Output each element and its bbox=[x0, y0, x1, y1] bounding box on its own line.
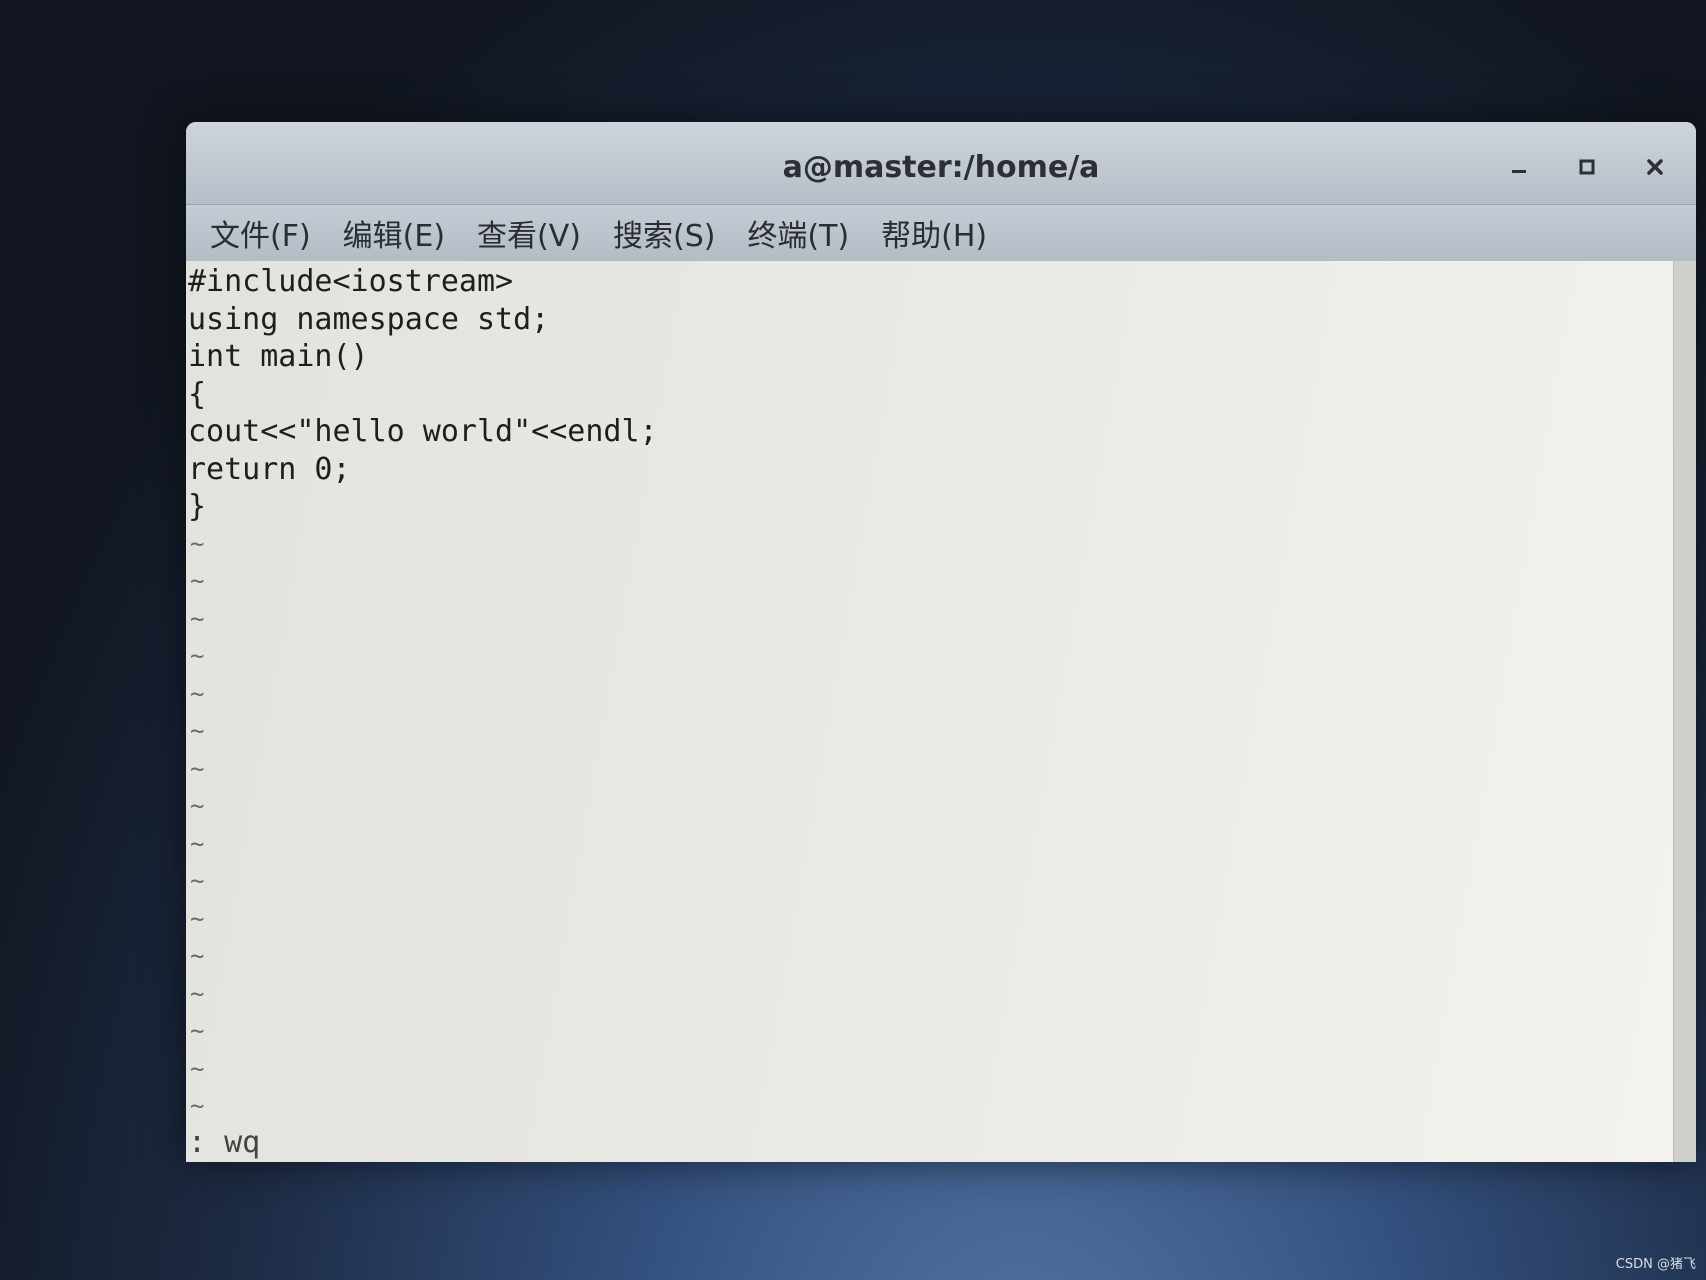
menu-terminal[interactable]: 终端(T) bbox=[739, 205, 865, 261]
code-line: using namespace std; bbox=[188, 301, 550, 337]
empty-line-marker: ~ bbox=[190, 829, 205, 858]
empty-line-marker: ~ bbox=[190, 979, 205, 1008]
vim-command-line[interactable]: : wq bbox=[186, 1125, 260, 1160]
close-button[interactable] bbox=[1640, 152, 1670, 182]
empty-line-marker: ~ bbox=[190, 942, 205, 970]
minimize-button[interactable] bbox=[1504, 152, 1534, 182]
minimize-icon bbox=[1512, 170, 1526, 173]
empty-line-marker: ~ bbox=[190, 754, 205, 783]
empty-line-marker: ~ bbox=[190, 1092, 205, 1120]
empty-line-marker: ~ bbox=[190, 679, 205, 708]
empty-line-marker: ~ bbox=[190, 717, 205, 745]
menu-bar: 文件(F) 编辑(E) 查看(V) 搜索(S) 终端(T) 帮助(H) bbox=[186, 205, 1696, 262]
maximize-icon bbox=[1579, 159, 1595, 175]
empty-line-marker: ~ bbox=[190, 642, 205, 670]
vim-editor-area[interactable]: #include<iostream> using namespace std; … bbox=[186, 261, 1674, 1162]
empty-line-marker: ~ bbox=[190, 529, 205, 558]
menu-search[interactable]: 搜索(S) bbox=[605, 205, 731, 261]
menu-file[interactable]: 文件(F) bbox=[202, 205, 327, 261]
code-line: #include<iostream> bbox=[188, 264, 514, 299]
window-controls bbox=[1504, 152, 1670, 182]
menu-view[interactable]: 查看(V) bbox=[469, 205, 597, 261]
window-title: a@master:/home/a bbox=[782, 150, 1100, 185]
empty-line-marker: ~ bbox=[190, 904, 205, 933]
watermark: CSDN @猪飞 bbox=[1615, 1257, 1696, 1272]
empty-line-marker: ~ bbox=[190, 1017, 205, 1045]
empty-line-marker: ~ bbox=[190, 792, 205, 820]
close-icon bbox=[1647, 159, 1663, 175]
menu-edit[interactable]: 编辑(E) bbox=[335, 205, 461, 261]
empty-line-marker: ~ bbox=[190, 604, 205, 633]
empty-line-marker: ~ bbox=[190, 1054, 205, 1083]
code-line: { bbox=[188, 376, 207, 412]
title-bar[interactable]: a@master:/home/a bbox=[186, 122, 1696, 205]
maximize-button[interactable] bbox=[1572, 152, 1602, 182]
terminal-window: a@master:/home/a 文件(F) 编辑(E) 查看(V) 搜索(S)… bbox=[186, 122, 1696, 1162]
code-line: cout<<"hello world"<<endl; bbox=[188, 414, 658, 449]
code-line: } bbox=[188, 489, 207, 524]
empty-line-marker: ~ bbox=[190, 567, 205, 595]
vertical-scrollbar[interactable] bbox=[1673, 261, 1696, 1162]
code-line: int main() bbox=[188, 339, 369, 374]
empty-line-marker: ~ bbox=[190, 867, 205, 895]
menu-help[interactable]: 帮助(H) bbox=[873, 205, 1003, 261]
code-line: return 0; bbox=[188, 451, 351, 487]
